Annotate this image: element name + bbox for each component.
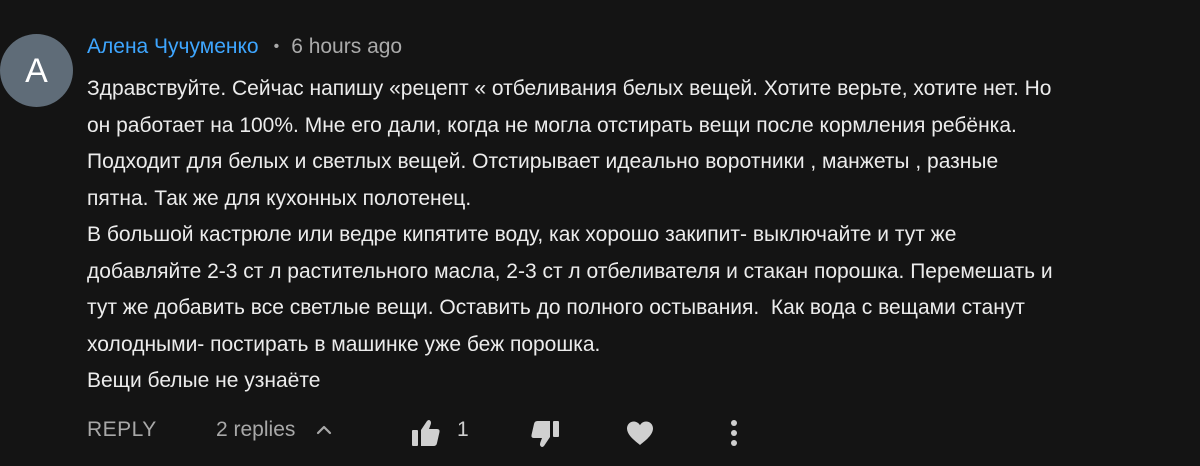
header-separator: • — [273, 38, 280, 55]
more-vertical-icon[interactable] — [728, 418, 740, 448]
comment-actions: REPLY 2 replies 1 — [0, 412, 1200, 452]
comment-line: пятна. Так же для кухонных полотенец. — [87, 186, 472, 210]
comment-line: Подходит для белых и светлых вещей. Отст… — [87, 150, 999, 173]
chevron-up-icon — [317, 425, 332, 435]
reply-button[interactable]: REPLY — [87, 418, 157, 442]
comment-timestamp[interactable]: 6 hours ago — [291, 35, 402, 59]
comment-line: Здравствуйте. Сейчас напишу «рецепт « от… — [87, 77, 1052, 100]
avatar[interactable]: А — [0, 34, 73, 107]
like-count: 1 — [457, 418, 469, 441]
heart-icon[interactable] — [625, 420, 655, 446]
thumbs-down-icon[interactable] — [530, 420, 560, 448]
comment-line: холодными- постирать в машинке уже беж п… — [87, 332, 601, 356]
comment-line: Вещи белые не узнаёте — [87, 369, 321, 392]
avatar-letter: А — [25, 51, 48, 90]
comment-header: Алена Чучуменко • 6 hours ago — [87, 32, 402, 62]
comment-line: добавляйте 2-3 ст л растительного масла,… — [87, 259, 1053, 283]
thumbs-up-icon[interactable] — [411, 419, 441, 447]
author-name[interactable]: Алена Чучуменко — [87, 35, 259, 59]
replies-toggle[interactable]: 2 replies — [216, 418, 333, 442]
replies-label: 2 replies — [216, 418, 296, 441]
comment-line: тут же добавить все светлые вещи. Остави… — [87, 296, 1025, 319]
comment-body: Здравствуйте. Сейчас напишу «рецепт « от… — [87, 71, 1187, 400]
comment-line: он работает на 100%. Мне его дали, когда… — [87, 113, 1017, 137]
comment-line: В большой кастрюле или ведре кипятите во… — [87, 223, 957, 246]
